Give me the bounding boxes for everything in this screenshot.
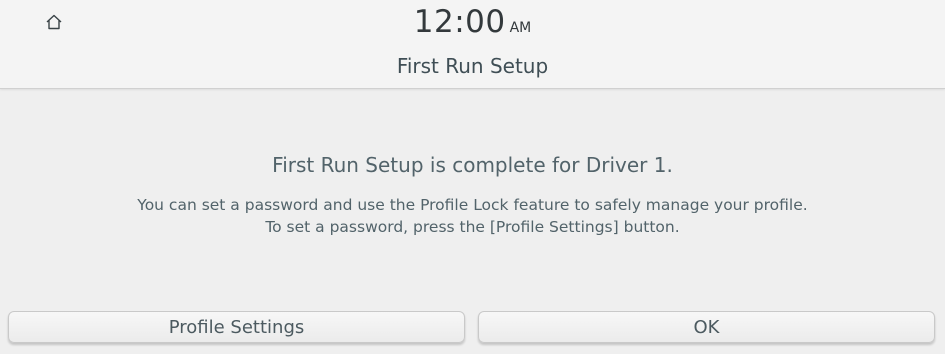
status-header: 12:00 AM First Run Setup: [0, 0, 945, 89]
ok-button[interactable]: OK: [478, 311, 935, 343]
message-line-2: To set a password, press the [Profile Se…: [265, 218, 680, 236]
clock-ampm: AM: [509, 20, 532, 36]
page-title: First Run Setup: [396, 54, 549, 78]
clock: 12:00 AM: [0, 4, 945, 40]
message-title: First Run Setup is complete for Driver 1…: [272, 153, 673, 177]
message-area: First Run Setup is complete for Driver 1…: [0, 152, 945, 238]
clock-time: 12:00: [413, 4, 506, 40]
message-line-1: You can set a password and use the Profi…: [137, 196, 808, 214]
profile-settings-button[interactable]: Profile Settings: [8, 311, 465, 343]
